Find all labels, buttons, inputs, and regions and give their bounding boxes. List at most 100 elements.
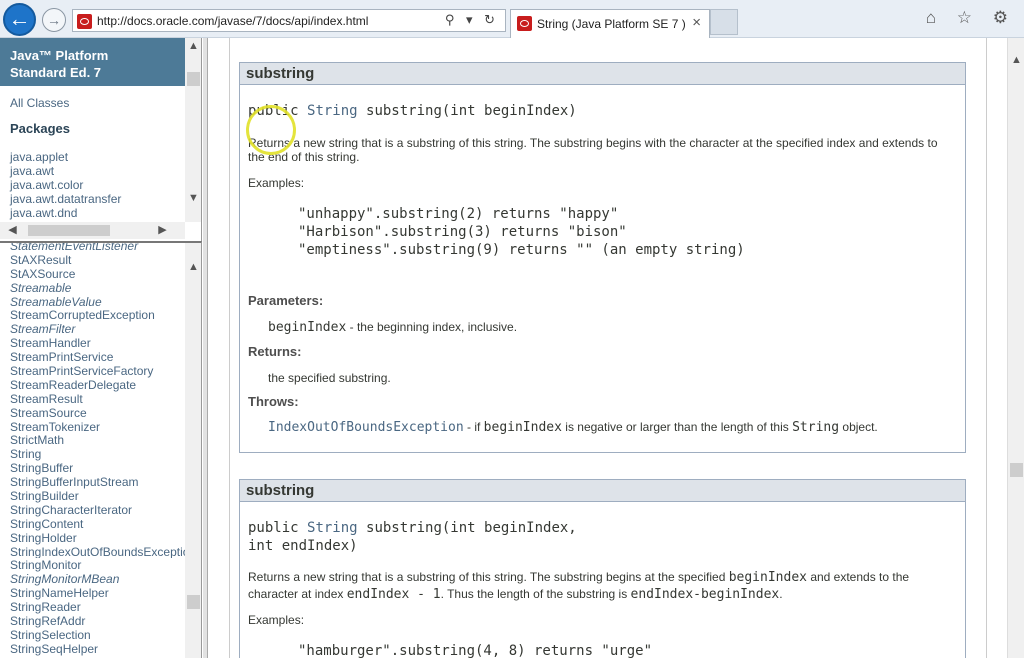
class-link[interactable]: StringSeqHelper — [10, 642, 186, 656]
class-link[interactable]: StringCharacterIterator — [10, 503, 186, 517]
method-description-line1: Returns a new string that is a substring… — [248, 136, 938, 150]
browser-tool-icons[interactable]: ⌂ ☆ ⚙ — [926, 8, 1016, 28]
param-name: beginIndex — [268, 320, 347, 335]
throws-entry: IndexOutOfBoundsException - if beginInde… — [268, 420, 878, 435]
scroll-left-arrow-icon[interactable]: ◀ — [4, 223, 21, 236]
scroll-thumb[interactable] — [187, 72, 200, 86]
string-type-link[interactable]: String — [307, 520, 358, 536]
class-link[interactable]: StringHolder — [10, 531, 186, 545]
throws-text: object. — [839, 420, 878, 434]
class-link[interactable]: StringRefAddr — [10, 614, 186, 628]
method-block-substring-1: substring public String substring(int be… — [239, 62, 966, 453]
packages-heading: Packages — [10, 121, 70, 136]
class-link[interactable]: StreamPrintServiceFactory — [10, 364, 186, 378]
desc-text: and extends to the — [806, 570, 910, 584]
class-link[interactable]: StreamPrintService — [10, 350, 186, 364]
class-link[interactable]: StreamFilter — [10, 322, 186, 336]
class-link[interactable]: StringMonitor — [10, 558, 186, 573]
package-link[interactable]: java.awt — [10, 164, 121, 178]
sig-modifier: public — [248, 103, 308, 119]
desc-text: . — [779, 587, 783, 601]
class-link[interactable]: StreamReaderDelegate — [10, 378, 186, 392]
param-desc: - the beginning index, inclusive. — [346, 320, 518, 334]
package-link[interactable]: java.awt.color — [10, 178, 121, 192]
main-vertical-scrollbar[interactable]: ▲ — [1007, 38, 1024, 658]
tab-title[interactable]: String (Java Platform SE 7 ) — [537, 17, 686, 31]
returns-desc: the specified substring. — [268, 371, 391, 385]
class-link[interactable]: StringSelection — [10, 628, 186, 642]
scroll-thumb[interactable] — [1010, 463, 1023, 477]
tab-close-icon[interactable]: × — [692, 14, 701, 31]
method-description-line1: Returns a new string that is a substring… — [248, 570, 909, 585]
forward-button[interactable]: → — [42, 8, 66, 32]
class-link[interactable]: StringBufferInputStream — [10, 475, 186, 489]
address-bar[interactable]: http://docs.oracle.com/javase/7/docs/api… — [72, 9, 506, 32]
desc-text: Returns a new string that is a substring… — [248, 570, 729, 584]
class-link[interactable]: StringReader — [10, 600, 186, 614]
scroll-down-arrow-icon[interactable]: ▼ — [185, 192, 201, 204]
new-tab-button[interactable] — [710, 9, 738, 35]
package-link[interactable]: java.awt.datatransfer — [10, 192, 121, 206]
package-link[interactable]: java.awt.dnd — [10, 206, 121, 220]
class-link[interactable]: StringMonitorMBean — [10, 572, 186, 586]
example-line: "emptiness".substring(9) returns "" (an … — [298, 242, 745, 258]
class-link[interactable]: Streamable — [10, 281, 186, 295]
desc-code: endIndex - 1 — [346, 587, 441, 602]
class-link[interactable]: String — [10, 447, 186, 461]
method-description-line2: the end of this string. — [248, 150, 360, 164]
class-link[interactable]: StAXSource — [10, 267, 186, 281]
scroll-up-arrow-icon[interactable]: ▲ — [185, 261, 201, 273]
class-link[interactable]: StreamableValue — [10, 295, 186, 309]
class-link[interactable]: StrictMath — [10, 433, 186, 448]
tab-string-java[interactable]: String (Java Platform SE 7 ) × — [510, 9, 710, 38]
packages-vertical-scrollbar[interactable]: ▲ ▼ — [185, 38, 201, 222]
package-list: java.applet java.awt java.awt.color java.aw… — [10, 150, 121, 220]
class-link[interactable]: StringBuffer — [10, 461, 186, 475]
class-link[interactable]: StatementEventListener — [10, 243, 186, 253]
parameters-label: Parameters: — [248, 293, 324, 308]
sig-modifier: public — [248, 520, 308, 536]
class-link[interactable]: StAXResult — [10, 253, 186, 267]
class-link[interactable]: StringContent — [10, 517, 186, 531]
oracle-tab-favicon-icon — [517, 16, 532, 31]
throws-code: String — [792, 420, 840, 435]
back-button[interactable]: ← — [3, 3, 36, 36]
all-classes-link[interactable]: All Classes — [10, 96, 69, 110]
packages-horizontal-scrollbar[interactable]: ◀ ▶ — [0, 222, 185, 239]
class-link[interactable]: StreamHandler — [10, 336, 186, 350]
class-link[interactable]: StringIndexOutOfBoundsException — [10, 545, 186, 559]
class-link[interactable]: StreamSource — [10, 406, 186, 420]
class-link[interactable]: StringNameHelper — [10, 586, 186, 600]
package-link[interactable]: java.applet — [10, 150, 121, 164]
throws-label: Throws: — [248, 394, 299, 409]
desc-code: endIndex-beginIndex — [630, 587, 780, 602]
scroll-thumb[interactable] — [187, 595, 200, 609]
frame-divider[interactable] — [203, 38, 208, 658]
class-link[interactable]: StreamTokenizer — [10, 420, 186, 434]
browser-toolbar: ← → http://docs.oracle.com/javase/7/docs… — [0, 0, 1024, 38]
horizontal-scroll-thumb[interactable] — [28, 225, 110, 236]
throws-text: - if — [463, 420, 484, 434]
classes-vertical-scrollbar[interactable]: ▲ — [185, 243, 201, 658]
class-link[interactable]: StringBuilder — [10, 489, 186, 503]
exception-link[interactable]: IndexOutOfBoundsException — [268, 420, 464, 435]
string-type-link[interactable]: String — [307, 103, 358, 119]
class-link[interactable]: StreamResult — [10, 392, 186, 406]
method-heading: substring — [240, 63, 965, 85]
class-list: StatementEventListener StAXResult StAXSour… — [10, 243, 186, 656]
example-line: "Harbison".substring(3) returns "bison" — [298, 224, 627, 240]
platform-header: Java™ Platform Standard Ed. 7 — [0, 38, 185, 86]
address-url[interactable]: http://docs.oracle.com/javase/7/docs/api… — [97, 14, 368, 28]
address-bar-icons[interactable]: ⚲ ▾ ↻ — [445, 12, 499, 28]
class-link[interactable]: StreamCorruptedException — [10, 308, 186, 323]
parameter-entry: beginIndex - the beginning index, inclus… — [268, 320, 517, 335]
oracle-favicon-icon — [77, 14, 92, 29]
method-signature: public String substring(int beginIndex, — [248, 519, 577, 537]
returns-label: Returns: — [248, 344, 302, 359]
platform-edition: Standard Ed. 7 — [10, 65, 102, 80]
desc-code: beginIndex — [728, 570, 807, 585]
scroll-up-arrow-icon[interactable]: ▲ — [1008, 54, 1024, 66]
scroll-up-arrow-icon[interactable]: ▲ — [185, 40, 201, 52]
scroll-right-arrow-icon[interactable]: ▶ — [154, 223, 171, 236]
example-line: "unhappy".substring(2) returns "happy" — [298, 206, 619, 222]
